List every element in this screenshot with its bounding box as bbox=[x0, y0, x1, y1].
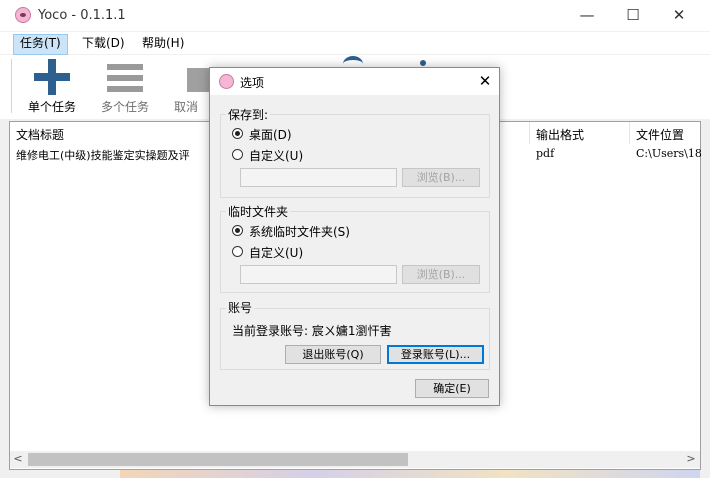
scroll-right-button[interactable]: > bbox=[684, 451, 698, 468]
account-label: 账号 bbox=[226, 299, 255, 316]
horizontal-scrollbar[interactable]: < > bbox=[10, 451, 700, 468]
single-task-label: 单个任务 bbox=[27, 100, 76, 114]
row-title-cell[interactable]: 维修电工(中级)技能鉴定实操题及评 bbox=[16, 147, 190, 163]
options-dialog: 选项 ✕ 保存到: 桌面(D) 自定义(U) 浏览(B)... 临时文件夹 系统… bbox=[209, 67, 500, 406]
desktop-radio[interactable] bbox=[232, 128, 243, 139]
plus-icon bbox=[34, 59, 70, 95]
cancel-task-label: 取消任 bbox=[174, 100, 199, 114]
custom-save-radio[interactable] bbox=[232, 149, 243, 160]
list-icon bbox=[107, 64, 143, 92]
save-browse-button[interactable]: 浏览(B)... bbox=[402, 168, 480, 187]
menu-task[interactable]: 任务(T) bbox=[13, 34, 68, 55]
column-header-title[interactable]: 文档标题 bbox=[16, 126, 64, 143]
column-header-format[interactable]: 输出格式 bbox=[536, 126, 584, 143]
stop-icon bbox=[187, 68, 209, 92]
close-button[interactable]: ✕ bbox=[656, 0, 702, 31]
toolbar-gripper bbox=[11, 59, 12, 113]
row-location-cell[interactable]: C:\Users\18 bbox=[636, 147, 702, 160]
dialog-title-bar: 选项 ✕ bbox=[210, 68, 499, 95]
menu-bar: 任务(T) 下载(D) 帮助(H) bbox=[0, 32, 710, 55]
dialog-title: 选项 bbox=[240, 76, 265, 90]
maximize-button[interactable]: ☐ bbox=[610, 0, 656, 31]
single-task-button[interactable]: 单个任务 bbox=[14, 58, 90, 116]
save-path-input[interactable] bbox=[240, 168, 397, 187]
minimize-button[interactable]: — bbox=[564, 0, 610, 31]
scrollbar-thumb[interactable] bbox=[28, 453, 408, 466]
app-logo-icon bbox=[15, 7, 31, 23]
multi-task-button[interactable]: 多个任务 bbox=[87, 58, 163, 116]
system-temp-radio-label[interactable]: 系统临时文件夹(S) bbox=[249, 223, 350, 240]
menu-help[interactable]: 帮助(H) bbox=[136, 34, 190, 53]
window-title: Yoco - 0.1.1.1 bbox=[38, 8, 126, 23]
desktop-radio-label[interactable]: 桌面(D) bbox=[249, 126, 292, 143]
title-bar: Yoco - 0.1.1.1 — ☐ ✕ bbox=[0, 0, 710, 31]
column-divider[interactable] bbox=[529, 122, 530, 144]
menu-download[interactable]: 下载(D) bbox=[76, 34, 131, 53]
scroll-left-button[interactable]: < bbox=[11, 451, 25, 468]
temp-folder-label: 临时文件夹 bbox=[226, 203, 291, 220]
dialog-logo-icon bbox=[219, 74, 234, 89]
custom-temp-radio-label[interactable]: 自定义(U) bbox=[249, 244, 303, 261]
logout-button[interactable]: 退出账号(Q) bbox=[285, 345, 381, 364]
column-divider[interactable] bbox=[629, 122, 630, 144]
dialog-close-button[interactable]: ✕ bbox=[474, 70, 496, 92]
column-header-location[interactable]: 文件位置 bbox=[636, 126, 684, 143]
cancel-task-button[interactable]: 取消任 bbox=[160, 58, 209, 116]
info-icon[interactable] bbox=[420, 60, 426, 66]
custom-temp-radio[interactable] bbox=[232, 246, 243, 257]
temp-path-input[interactable] bbox=[240, 265, 397, 284]
current-account-text: 当前登录账号: 宸ㄨ嫞1瀏忓害 bbox=[232, 324, 392, 338]
ok-button[interactable]: 确定(E) bbox=[415, 379, 489, 398]
desktop-background bbox=[120, 470, 700, 478]
temp-browse-button[interactable]: 浏览(B)... bbox=[402, 265, 480, 284]
system-temp-radio[interactable] bbox=[232, 225, 243, 236]
custom-save-radio-label[interactable]: 自定义(U) bbox=[249, 147, 303, 164]
login-button[interactable]: 登录账号(L)... bbox=[387, 345, 484, 364]
row-format-cell[interactable]: pdf bbox=[536, 147, 554, 160]
save-to-label: 保存到: bbox=[226, 106, 271, 123]
multi-task-label: 多个任务 bbox=[100, 100, 149, 114]
